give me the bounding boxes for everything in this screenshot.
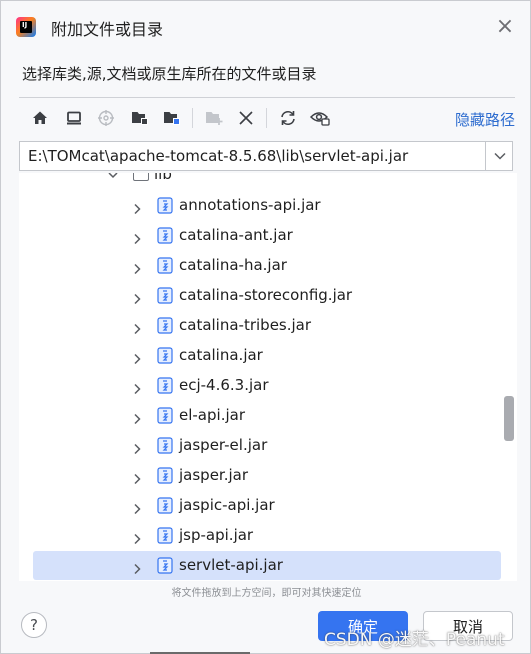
tree-item[interactable]: servlet-api.jar: [19, 551, 517, 581]
divider: [19, 97, 515, 98]
tree-item-label: catalina.jar: [179, 346, 263, 364]
jar-file-icon: [157, 467, 173, 484]
show-hidden-icon[interactable]: [309, 107, 331, 129]
title-bar: IJ 附加文件或目录 ×: [1, 1, 530, 53]
path-combobox: [19, 141, 513, 171]
tree-item[interactable]: annotations-api.jar: [19, 191, 517, 221]
chevron-right-icon[interactable]: [131, 200, 143, 215]
tree-item-label: jasper.jar: [179, 466, 249, 484]
delete-icon[interactable]: [235, 107, 257, 129]
path-dropdown-button[interactable]: [485, 142, 513, 170]
chevron-down-icon: [493, 152, 506, 160]
tree-item-label: el-api.jar: [179, 406, 245, 424]
jar-file-icon: [157, 527, 173, 544]
chevron-right-icon[interactable]: [131, 380, 143, 395]
jar-file-icon: [157, 377, 173, 394]
jar-file-icon: [157, 407, 173, 424]
chevron-down-icon[interactable]: [107, 173, 119, 181]
tree-item[interactable]: jsp-api.jar: [19, 521, 517, 551]
chevron-right-icon[interactable]: [131, 260, 143, 275]
hide-path-link[interactable]: 隐藏路径: [455, 109, 515, 130]
toolbar-separator: [266, 108, 267, 128]
tree-item[interactable]: catalina-ha.jar: [19, 251, 517, 281]
tree-parent-label: lib: [154, 173, 172, 183]
tree-scrollbar-thumb[interactable]: [504, 396, 514, 441]
jar-file-icon: [157, 317, 173, 334]
jar-file-icon: [157, 287, 173, 304]
tree-item-label: ecj-4.6.3.jar: [179, 376, 269, 394]
dialog-title: 附加文件或目录: [51, 20, 164, 39]
intellij-app-icon: IJ: [16, 17, 36, 37]
tree-item-label: catalina-storeconfig.jar: [179, 286, 353, 304]
tree-item-label: jsp-api.jar: [179, 526, 254, 544]
tree-item[interactable]: jasper.jar: [19, 461, 517, 491]
jar-file-icon: [157, 257, 173, 274]
home-icon[interactable]: [29, 107, 51, 129]
tree-item[interactable]: catalina-tribes.jar: [19, 311, 517, 341]
help-button[interactable]: ?: [21, 612, 47, 638]
drop-hint: 将文件拖放到上方空间，即可对其快速定位: [171, 588, 362, 599]
tree-item-label: servlet-api.jar: [179, 556, 283, 574]
folder-icon: [133, 173, 149, 181]
tree-item[interactable]: ecj-4.6.3.jar: [19, 371, 517, 401]
jar-file-icon: [157, 497, 173, 514]
csdn-watermark: CSDN @迷茫、Peanut: [324, 630, 505, 650]
close-icon[interactable]: ×: [494, 16, 516, 38]
tree-item[interactable]: catalina-ant.jar: [19, 221, 517, 251]
tree-item-label: jasper-el.jar: [179, 436, 268, 454]
tree-item[interactable]: catalina-storeconfig.jar: [19, 281, 517, 311]
tree-item[interactable]: jaspic-api.jar: [19, 491, 517, 521]
chevron-right-icon[interactable]: [131, 230, 143, 245]
tree-item-label: catalina-tribes.jar: [179, 316, 312, 334]
tree-item-label: jaspic-api.jar: [179, 496, 275, 514]
jar-file-icon: [157, 437, 173, 454]
dialog-subtitle: 选择库类,源,文档或原生库所在的文件或目录: [22, 65, 317, 83]
tree-item[interactable]: jasper-el.jar: [19, 431, 517, 461]
tree-item-label: catalina-ha.jar: [179, 256, 287, 274]
jar-file-icon: [157, 557, 173, 574]
chevron-right-icon[interactable]: [131, 560, 143, 575]
chevron-right-icon[interactable]: [131, 350, 143, 365]
desktop-icon[interactable]: [63, 107, 85, 129]
locate-icon[interactable]: [95, 107, 117, 129]
tree-item[interactable]: catalina.jar: [19, 341, 517, 371]
tree-item-label: annotations-api.jar: [179, 196, 321, 214]
tree-item-label: catalina-ant.jar: [179, 226, 293, 244]
file-tree[interactable]: lib annotations-api.jar catalina-ant.jar c…: [19, 173, 517, 581]
chevron-right-icon[interactable]: [131, 440, 143, 455]
refresh-icon[interactable]: [277, 107, 299, 129]
file-toolbar: 隐藏路径: [19, 103, 515, 133]
chevron-right-icon[interactable]: [131, 410, 143, 425]
chevron-right-icon[interactable]: [131, 320, 143, 335]
path-input[interactable]: [20, 142, 485, 170]
toolbar-separator: [192, 108, 193, 128]
chevron-right-icon[interactable]: [131, 500, 143, 515]
module-folder-icon[interactable]: [161, 107, 183, 129]
jar-file-icon: [157, 227, 173, 244]
jar-file-icon: [157, 197, 173, 214]
new-folder-icon[interactable]: [203, 107, 225, 129]
chevron-right-icon[interactable]: [131, 470, 143, 485]
tree-item[interactable]: el-api.jar: [19, 401, 517, 431]
chevron-right-icon[interactable]: [131, 530, 143, 545]
project-folder-icon[interactable]: [129, 107, 151, 129]
jar-file-icon: [157, 347, 173, 364]
attach-files-dialog: IJ 附加文件或目录 × 选择库类,源,文档或原生库所在的文件或目录 隐藏路径 …: [0, 0, 531, 654]
chevron-right-icon[interactable]: [131, 290, 143, 305]
